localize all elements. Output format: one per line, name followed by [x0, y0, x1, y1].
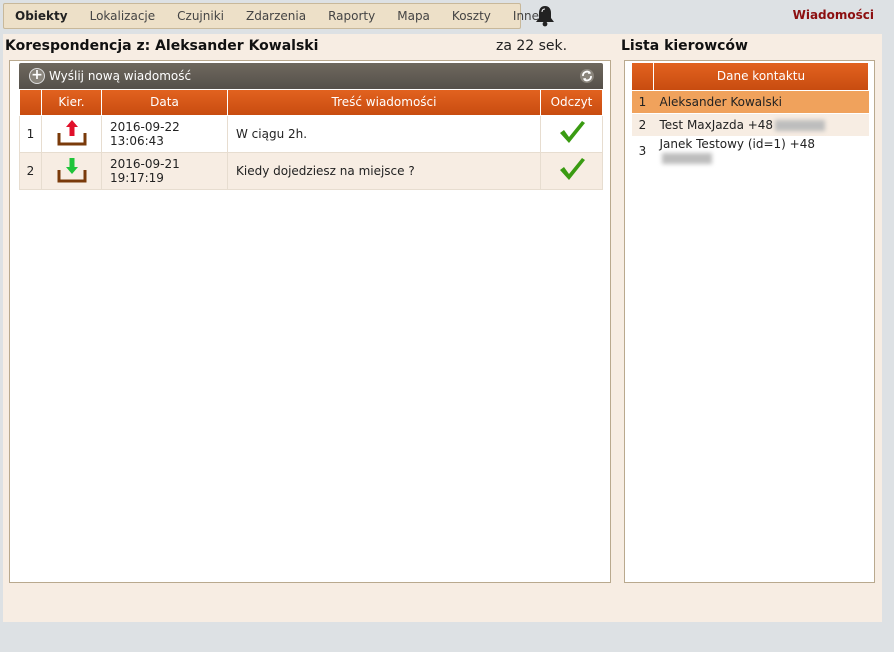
redacted-phone — [775, 119, 826, 131]
bell-icon[interactable] — [533, 4, 557, 28]
driver-contact: Test MaxJazda +48 — [659, 117, 774, 132]
driver-row[interactable]: 3 Janek Testowy (id=1) +48 — [631, 136, 869, 166]
main-menu: Obiekty Lokalizacje Czujniki Zdarzenia R… — [3, 3, 539, 29]
driver-row-selected[interactable]: 1 Aleksander Kowalski — [631, 90, 869, 114]
table-row[interactable]: 1 2016-09-22 13:06:43 W ciągu 2h. — [19, 114, 603, 153]
column-header-message[interactable]: Treść wiadomości — [227, 90, 541, 116]
redacted-phone — [661, 152, 712, 164]
driver-contact: Janek Testowy (id=1) +48 — [659, 136, 816, 151]
column-header-direction[interactable]: Kier. — [41, 90, 102, 116]
conversation-title: Korespondencja z: Aleksander Kowalski — [5, 38, 319, 54]
nav-item-czujniki[interactable]: Czujniki — [166, 4, 235, 28]
column-header-number — [19, 90, 42, 116]
refresh-timer: za 22 sek. — [496, 38, 568, 54]
nav-item-lokalizacje[interactable]: Lokalizacje — [79, 4, 167, 28]
refresh-icon[interactable] — [579, 68, 595, 84]
row-number: 1 — [631, 90, 654, 114]
message-text: W ciągu 2h. — [227, 114, 541, 153]
nav-item-koszty[interactable]: Koszty — [441, 4, 502, 28]
column-header-date[interactable]: Data — [101, 90, 228, 116]
column-header-contact[interactable]: Dane kontaktu — [653, 63, 869, 91]
top-navigation: Obiekty Lokalizacje Czujniki Zdarzenia R… — [0, 0, 894, 32]
nav-item-obiekty[interactable]: Obiekty — [4, 4, 79, 28]
driver-list-title: Lista kierowców — [621, 38, 748, 54]
message-text: Kiedy dojedziesz na miejsce ? — [227, 151, 541, 190]
row-number: 3 — [631, 136, 654, 166]
read-check-icon — [540, 114, 603, 153]
driver-contact-cell: Janek Testowy (id=1) +48 — [653, 136, 869, 166]
send-new-message-button[interactable]: Wyślij nową wiadomość — [49, 69, 191, 83]
row-number: 2 — [19, 151, 42, 190]
row-number: 1 — [19, 114, 42, 153]
plus-icon[interactable]: + — [29, 68, 45, 84]
drivers-table: Dane kontaktu 1 Aleksander Kowalski 2 Te… — [631, 63, 869, 166]
column-header-number — [631, 63, 654, 91]
message-date: 2016-09-21 19:17:19 — [101, 151, 228, 190]
table-row[interactable]: 2 2016-09-21 19:17:19 Kiedy dojedziesz n… — [19, 151, 603, 190]
column-header-read[interactable]: Odczyt — [540, 90, 603, 116]
driver-contact-cell: Test MaxJazda +48 — [653, 113, 869, 137]
driver-contact: Aleksander Kowalski — [653, 90, 869, 114]
send-message-bar: + Wyślij nową wiadomość — [19, 63, 603, 89]
conversation-box: + Wyślij nową wiadomość Kier. Data Treść… — [9, 60, 611, 583]
message-date: 2016-09-22 13:06:43 — [101, 114, 228, 153]
driver-row[interactable]: 2 Test MaxJazda +48 — [631, 113, 869, 137]
incoming-message-icon — [41, 151, 102, 190]
read-check-icon — [540, 151, 603, 190]
nav-item-mapa[interactable]: Mapa — [386, 4, 441, 28]
row-number: 2 — [631, 113, 654, 137]
messages-panel: Korespondencja z: Aleksander Kowalski za… — [3, 34, 882, 622]
driver-list-box: Dane kontaktu 1 Aleksander Kowalski 2 Te… — [624, 60, 875, 583]
nav-item-raporty[interactable]: Raporty — [317, 4, 386, 28]
messages-link[interactable]: Wiadomości — [793, 8, 874, 22]
outgoing-message-icon — [41, 114, 102, 153]
nav-item-zdarzenia[interactable]: Zdarzenia — [235, 4, 317, 28]
messages-table: Kier. Data Treść wiadomości Odczyt 1 201 — [19, 90, 603, 190]
